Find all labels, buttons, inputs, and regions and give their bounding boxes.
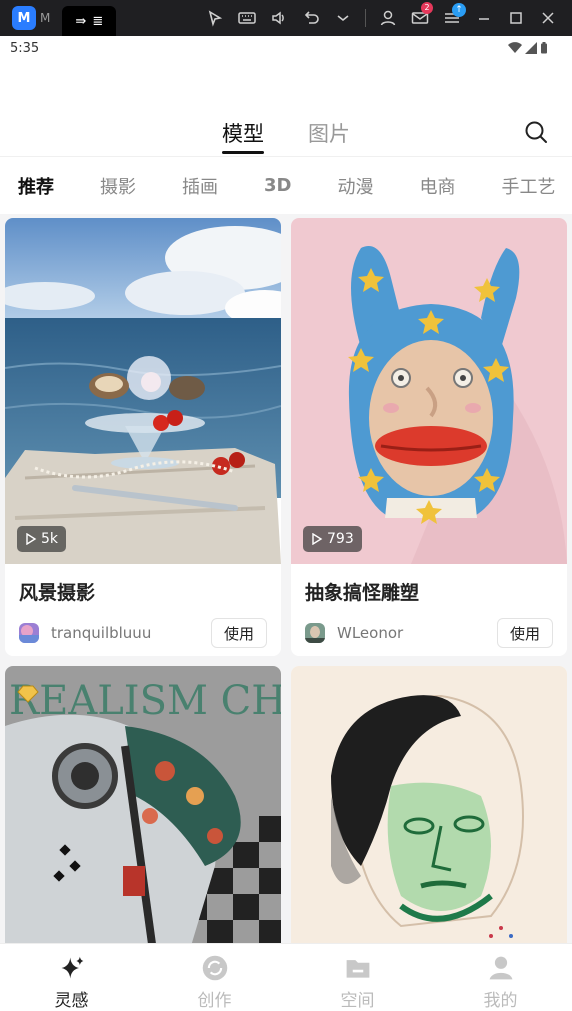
emulator-app-label: M bbox=[40, 11, 51, 25]
card-image-seascape: 5k bbox=[5, 218, 281, 564]
nav-label: 创作 bbox=[197, 991, 232, 1011]
nav-profile[interactable]: 我的 bbox=[429, 944, 572, 1011]
category-photography[interactable]: 摄影 bbox=[100, 173, 136, 199]
emulator-tab[interactable]: ⇛ ≣ bbox=[62, 6, 117, 36]
signal-icon bbox=[525, 42, 537, 54]
category-3d[interactable]: 3D bbox=[264, 175, 291, 196]
nav-create[interactable]: 创作 bbox=[143, 944, 286, 1011]
play-icon bbox=[312, 533, 323, 545]
author-name[interactable]: tranquilbluuu bbox=[51, 624, 211, 642]
play-count-badge: 793 bbox=[303, 526, 362, 552]
undo-icon[interactable] bbox=[295, 0, 327, 36]
create-icon bbox=[202, 955, 227, 981]
category-ecommerce[interactable]: 电商 bbox=[419, 173, 455, 199]
tab-fast-icon: ⇛ bbox=[75, 13, 87, 29]
avatar bbox=[19, 623, 39, 643]
use-button[interactable]: 使用 bbox=[496, 618, 553, 648]
user-icon[interactable] bbox=[372, 0, 404, 36]
card-image-watercolor-portrait bbox=[291, 666, 567, 966]
card-title: 抽象搞怪雕塑 bbox=[305, 582, 420, 604]
search-button[interactable] bbox=[524, 120, 548, 144]
status-bar: 5:35 bbox=[0, 36, 572, 60]
art-overlay-text: REALISM CHESS bbox=[9, 678, 281, 724]
close-icon[interactable] bbox=[532, 0, 564, 36]
profile-icon bbox=[489, 956, 512, 980]
card-title: 风景摄影 bbox=[19, 582, 96, 604]
chevron-down-icon[interactable] bbox=[327, 0, 359, 36]
phone-screen: 5:35 模型 图片 推荐 摄影 插画 3D 动漫 电商 手工艺 5k 风景摄影… bbox=[0, 36, 572, 1011]
volume-icon[interactable] bbox=[263, 0, 295, 36]
tab-images[interactable]: 图片 bbox=[308, 118, 350, 154]
bottom-navigation: 灵感 创作 空间 我的 bbox=[0, 943, 572, 1011]
category-recommended[interactable]: 推荐 bbox=[18, 173, 54, 199]
pointer-icon[interactable] bbox=[199, 0, 231, 36]
emulator-toolbar: M M ⇛ ≣ 2 ↑ bbox=[0, 0, 572, 36]
nav-label: 空间 bbox=[340, 991, 375, 1011]
folder-icon bbox=[346, 960, 369, 978]
status-time: 5:35 bbox=[10, 40, 40, 56]
nav-label: 灵感 bbox=[54, 991, 89, 1011]
card-image-sculpture: 793 bbox=[291, 218, 567, 564]
battery-icon bbox=[541, 42, 547, 54]
play-icon bbox=[26, 533, 37, 545]
model-card[interactable]: 793 抽象搞怪雕塑 WLeonor 使用 bbox=[291, 218, 567, 656]
play-count-badge: 5k bbox=[17, 526, 67, 552]
category-illustration[interactable]: 插画 bbox=[182, 173, 218, 199]
sparkle-icon bbox=[61, 956, 83, 979]
minimize-icon[interactable] bbox=[468, 0, 500, 36]
author-name[interactable]: WLeonor bbox=[337, 624, 497, 642]
menu-icon[interactable]: ↑ bbox=[436, 0, 468, 36]
avatar bbox=[305, 623, 325, 643]
category-anime[interactable]: 动漫 bbox=[337, 173, 373, 199]
emulator-tab-label: ≣ bbox=[92, 13, 104, 29]
mail-badge: 2 bbox=[421, 2, 433, 14]
nav-space[interactable]: 空间 bbox=[286, 944, 429, 1011]
maximize-icon[interactable] bbox=[500, 0, 532, 36]
category-bar: 推荐 摄影 插画 3D 动漫 电商 手工艺 bbox=[0, 156, 572, 214]
card-image-chess-horse: REALISM CHESS bbox=[5, 666, 281, 966]
nav-inspiration[interactable]: 灵感 bbox=[0, 944, 143, 1011]
search-icon bbox=[525, 121, 547, 143]
category-crafts[interactable]: 手工艺 bbox=[501, 173, 555, 199]
update-badge: ↑ bbox=[452, 3, 466, 17]
play-count: 5k bbox=[41, 531, 59, 547]
nav-label: 我的 bbox=[483, 991, 518, 1011]
model-card[interactable] bbox=[291, 666, 567, 966]
keyboard-icon[interactable] bbox=[231, 0, 263, 36]
header: 模型 图片 bbox=[0, 60, 572, 156]
emulator-app-icon[interactable]: M bbox=[12, 6, 36, 30]
tab-models[interactable]: 模型 bbox=[222, 118, 264, 154]
divider bbox=[365, 9, 366, 27]
play-count: 793 bbox=[327, 531, 354, 547]
model-card[interactable]: 5k 风景摄影 tranquilbluuu 使用 bbox=[5, 218, 281, 656]
use-button[interactable]: 使用 bbox=[210, 618, 267, 648]
mail-icon[interactable]: 2 bbox=[404, 0, 436, 36]
model-card[interactable]: REALISM CHESS bbox=[5, 666, 281, 966]
wifi-icon bbox=[508, 42, 522, 53]
